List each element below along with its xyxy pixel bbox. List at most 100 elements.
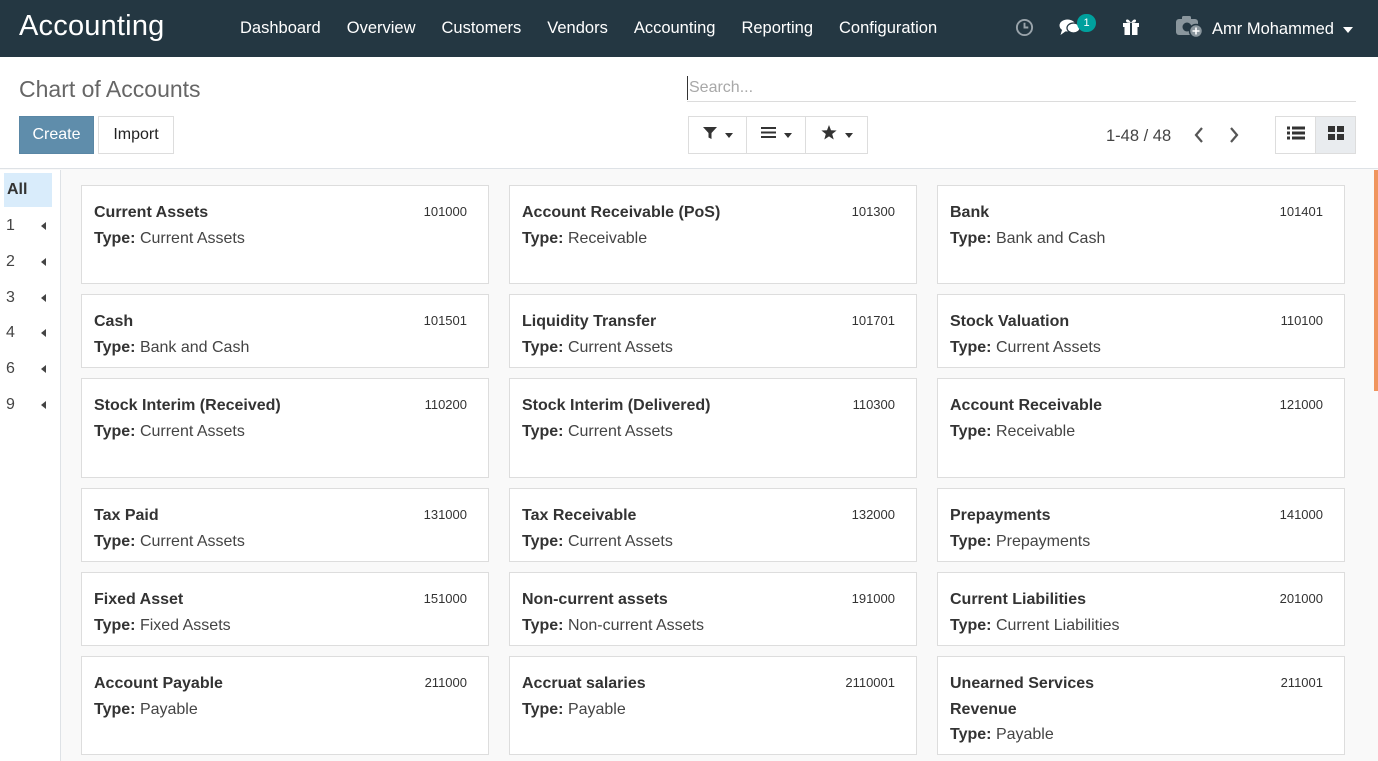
clock-icon[interactable]	[1015, 18, 1034, 42]
favorites-dropdown-button[interactable]	[805, 116, 868, 154]
account-code: 101701	[851, 313, 895, 328]
account-card[interactable]: Unearned Services Revenue 211001 Type: P…	[937, 656, 1345, 755]
chevron-right-icon[interactable]	[1228, 126, 1240, 149]
list-view-button[interactable]	[1275, 116, 1316, 154]
menu-item-vendors[interactable]: Vendors	[534, 19, 621, 38]
account-card[interactable]: Stock Valuation 110100 Type: Current Ass…	[937, 294, 1345, 368]
account-type: Type: Current Assets	[522, 335, 904, 361]
account-type-value: Current Liabilities	[995, 616, 1120, 634]
search-input[interactable]	[687, 76, 1356, 100]
caret-left-icon[interactable]	[41, 401, 46, 409]
sidebar-item-all[interactable]: All	[4, 173, 52, 207]
account-type-label: Type:	[522, 532, 564, 550]
sidebar-item-group[interactable]: 6	[6, 358, 46, 380]
app-brand[interactable]: Accounting	[19, 10, 165, 43]
list-bars-icon	[760, 126, 776, 144]
account-name: Cash	[94, 313, 134, 330]
account-card[interactable]: Current Liabilities 201000 Type: Current…	[937, 572, 1345, 646]
account-card[interactable]: Bank 101401 Type: Bank and Cash	[937, 185, 1345, 284]
user-name: Amr Mohammed	[1212, 20, 1334, 38]
caret-left-icon[interactable]	[41, 222, 46, 230]
menu-item-dashboard[interactable]: Dashboard	[227, 19, 334, 38]
filters-dropdown-button[interactable]	[688, 116, 747, 154]
account-type: Type: Payable	[522, 697, 904, 723]
camera-avatar-icon	[1175, 14, 1204, 45]
account-type-label: Type:	[522, 616, 564, 634]
caret-left-icon[interactable]	[41, 365, 46, 373]
account-card[interactable]: Account Receivable (PoS) 101300 Type: Re…	[509, 185, 917, 284]
sidebar-item-group[interactable]: 4	[6, 322, 46, 344]
account-card[interactable]: Account Payable 211000 Type: Payable	[81, 656, 489, 755]
sidebar-item-label: 3	[6, 289, 15, 306]
account-card[interactable]: Tax Receivable 132000 Type: Current Asse…	[509, 488, 917, 562]
account-card[interactable]: Fixed Asset 151000 Type: Fixed Assets	[81, 572, 489, 646]
account-card[interactable]: Cash 101501 Type: Bank and Cash	[81, 294, 489, 368]
menu-item-overview[interactable]: Overview	[334, 19, 429, 38]
sidebar-item-group[interactable]: 2	[6, 251, 46, 273]
menu-item-customers[interactable]: Customers	[429, 19, 535, 38]
account-code: 101401	[1279, 204, 1323, 219]
gift-icon[interactable]	[1122, 17, 1140, 41]
account-card[interactable]: Liquidity Transfer 101701 Type: Current …	[509, 294, 917, 368]
menu-item-reporting[interactable]: Reporting	[728, 19, 826, 38]
account-type-value: Bank and Cash	[139, 338, 250, 356]
account-name: Non-current assets	[522, 591, 668, 608]
account-type: Type: Bank and Cash	[94, 335, 476, 361]
account-type: Type: Current Assets	[522, 529, 904, 555]
account-type-label: Type:	[950, 726, 992, 743]
account-type: Type: Current Assets	[94, 419, 476, 445]
account-card[interactable]: Stock Interim (Received) 110200 Type: Cu…	[81, 378, 489, 478]
sidebar-item-group[interactable]: 3	[6, 287, 46, 309]
account-card[interactable]: Non-current assets 191000 Type: Non-curr…	[509, 572, 917, 646]
caret-down-icon	[844, 132, 853, 138]
account-code: 2110001	[845, 675, 895, 690]
kanban-view-button[interactable]	[1315, 116, 1356, 154]
account-name: Account Receivable	[950, 397, 1103, 414]
groupby-dropdown-button[interactable]	[746, 116, 806, 154]
account-name: Tax Receivable	[522, 507, 637, 524]
account-card[interactable]: Tax Paid 131000 Type: Current Assets	[81, 488, 489, 562]
caret-left-icon[interactable]	[41, 294, 46, 302]
create-button[interactable]: Create	[19, 116, 94, 154]
account-card[interactable]: Accruat salaries 2110001 Type: Payable	[509, 656, 917, 755]
search-bar	[687, 76, 1356, 102]
import-button[interactable]: Import	[98, 116, 174, 154]
account-type-label: Type:	[94, 700, 136, 718]
account-type-value: Non-current Assets	[567, 616, 704, 634]
sidebar-item-label: 9	[6, 396, 15, 413]
account-name: Prepayments	[950, 507, 1051, 524]
pager-value[interactable]: 1-48 / 48	[1106, 127, 1171, 146]
account-type: Type: Current Assets	[950, 335, 1332, 361]
account-code: 191000	[851, 591, 895, 606]
account-card[interactable]: Account Receivable 121000 Type: Receivab…	[937, 378, 1345, 478]
account-type-value: Current Assets	[995, 338, 1101, 356]
filter-icon	[702, 126, 717, 145]
account-card[interactable]: Current Assets 101000 Type: Current Asse…	[81, 185, 489, 284]
caret-left-icon[interactable]	[41, 258, 46, 266]
account-card[interactable]: Stock Interim (Delivered) 110300 Type: C…	[509, 378, 917, 478]
chevron-left-icon[interactable]	[1193, 126, 1205, 149]
account-type-label: Type:	[950, 338, 992, 356]
account-type: Type: Payable	[950, 722, 1332, 748]
scrollbar-thumb[interactable]	[1374, 170, 1378, 391]
account-type-value: Payable	[139, 700, 198, 718]
account-name: Account Payable	[94, 675, 223, 692]
account-type: Type: Non-current Assets	[522, 613, 904, 639]
sidebar-item-group[interactable]: 1	[6, 215, 46, 237]
account-name: Liquidity Transfer	[522, 313, 657, 330]
account-type-value: Bank and Cash	[995, 229, 1106, 247]
account-code: 101300	[851, 204, 895, 219]
account-name: Current Assets	[94, 204, 209, 221]
account-type-value: Fixed Assets	[139, 616, 231, 634]
chevron-down-icon	[1342, 26, 1353, 33]
user-menu[interactable]: Amr Mohammed	[1175, 14, 1353, 45]
page-title[interactable]: Chart of Accounts	[19, 76, 201, 103]
account-name: Account Receivable (PoS)	[522, 204, 721, 221]
sidebar-item-group[interactable]: 9	[6, 394, 46, 416]
caret-left-icon[interactable]	[41, 329, 46, 337]
menu-item-configuration[interactable]: Configuration	[826, 19, 950, 38]
account-type-label: Type:	[94, 338, 136, 356]
menu-item-accounting[interactable]: Accounting	[621, 19, 729, 38]
kanban-view: Current Assets 101000 Type: Current Asse…	[61, 170, 1371, 761]
account-card[interactable]: Prepayments 141000 Type: Prepayments	[937, 488, 1345, 562]
